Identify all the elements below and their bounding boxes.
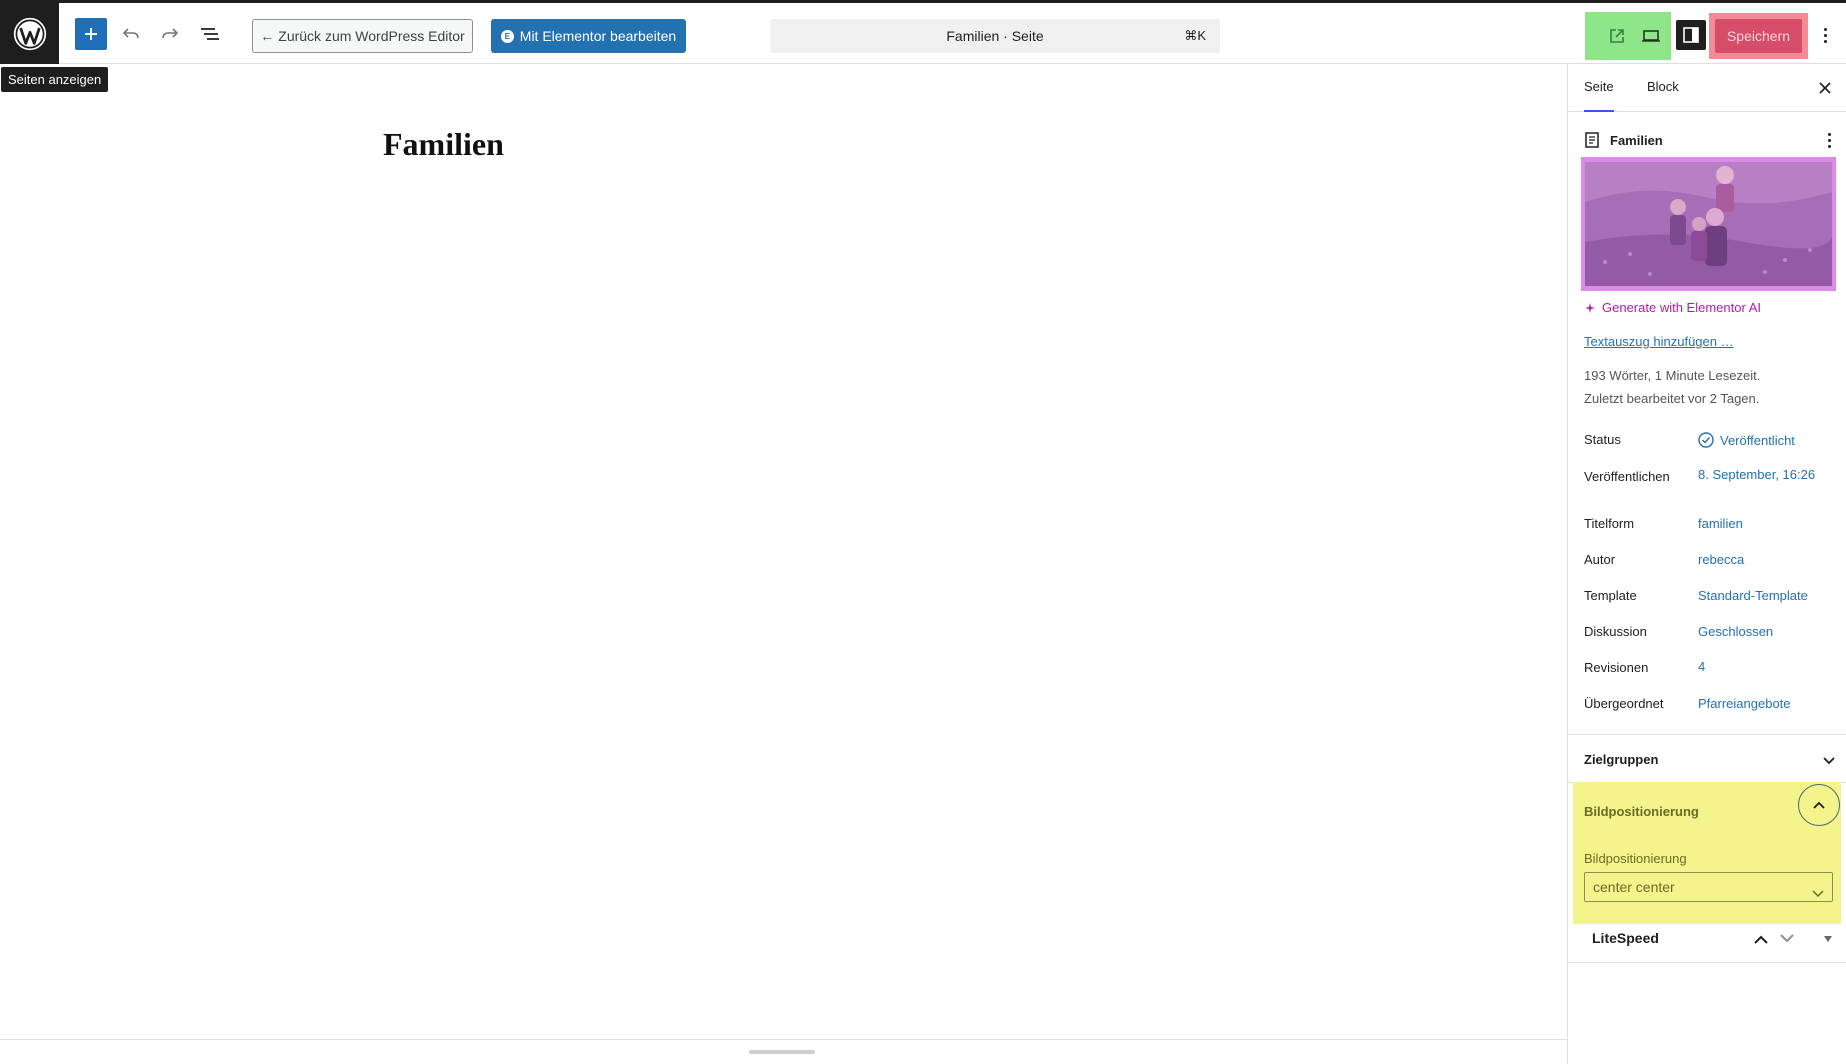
discussion-label: Diskussion: [1584, 624, 1647, 639]
add-block-button[interactable]: [75, 18, 107, 50]
more-vertical-icon: [1827, 132, 1831, 136]
collapse-panel-button[interactable]: [1798, 784, 1840, 826]
slug-value[interactable]: familien: [1698, 516, 1833, 531]
elementor-button-label: Mit Elementor bearbeiten: [519, 28, 677, 44]
template-value[interactable]: Standard-Template: [1698, 588, 1833, 603]
close-sidebar-button[interactable]: [1813, 76, 1837, 100]
toggle-panel-button[interactable]: [1823, 930, 1833, 948]
author-label: Autor: [1584, 552, 1616, 567]
caret-down-icon: [1824, 936, 1832, 942]
options-menu-button[interactable]: [1815, 20, 1835, 50]
editor-canvas[interactable]: Familien: [0, 64, 1567, 1064]
chevron-up-icon: [1813, 801, 1825, 809]
chevron-up-icon: [1754, 935, 1768, 944]
slug-label: Titelform: [1584, 516, 1635, 531]
resize-handle[interactable]: [749, 1050, 815, 1054]
chevron-down-icon[interactable]: [1820, 752, 1838, 770]
tab-seite[interactable]: Seite: [1584, 64, 1614, 112]
tooltip: Seiten anzeigen: [1, 67, 109, 92]
list-view-icon: [201, 28, 219, 40]
page-icon: [1585, 132, 1599, 148]
undo-button[interactable]: [115, 18, 147, 50]
save-highlight: Speichern: [1709, 13, 1808, 59]
arrow-left-icon: ←: [260, 28, 275, 44]
wordpress-logo-button[interactable]: [0, 3, 59, 64]
elementor-icon: E: [500, 29, 514, 43]
revisions-label: Revisionen: [1584, 660, 1649, 675]
wordpress-icon: [13, 17, 46, 50]
parent-value[interactable]: Pfarreiangebote: [1698, 696, 1833, 711]
document-summary: Familien: [1584, 130, 1834, 150]
bildpositionierung-field-label: Bildpositionierung: [1584, 851, 1687, 866]
sparkle-icon: [1585, 302, 1595, 313]
sidebar-tabs: Seite Block: [1568, 64, 1846, 112]
bildpositionierung-panel-toggle[interactable]: Bildpositionierung: [1584, 804, 1699, 819]
undo-icon: [122, 28, 139, 39]
back-to-wordpress-editor-button[interactable]: ← Zurück zum WordPress Editor: [252, 19, 473, 53]
canvas-divider: [0, 1039, 1567, 1040]
chevron-down-icon: [1812, 879, 1824, 907]
document-name: Familien: [1610, 132, 1663, 148]
bildpositionierung-panel: Bildpositionierung Bildpositionierung ce…: [1573, 782, 1841, 924]
template-label: Template: [1584, 588, 1637, 603]
bildpositionierung-select[interactable]: center center: [1584, 872, 1833, 902]
redo-icon: [162, 28, 179, 39]
litespeed-panel-title: LiteSpeed: [1592, 930, 1659, 946]
ai-link-label: Generate with Elementor AI: [1602, 300, 1761, 315]
discussion-value[interactable]: Geschlossen: [1698, 624, 1833, 639]
panel-divider: [1568, 962, 1846, 963]
settings-sidebar: Seite Block Familien Generate with Eleme…: [1567, 64, 1846, 1064]
document-overview-button[interactable]: [194, 18, 226, 50]
revisions-value[interactable]: 4: [1698, 659, 1833, 674]
sidebar-icon: [1683, 27, 1699, 43]
family-photo-image: [1585, 162, 1832, 286]
zielgruppen-panel-toggle[interactable]: Zielgruppen: [1584, 752, 1658, 767]
page-title[interactable]: Familien: [383, 126, 504, 163]
status-label: Status: [1584, 432, 1621, 447]
add-excerpt-link[interactable]: Textauszug hinzufügen …: [1584, 334, 1734, 349]
generate-with-ai-link[interactable]: Generate with Elementor AI: [1584, 300, 1761, 315]
chevron-down-icon: [1780, 934, 1794, 943]
last-edited: Zuletzt bearbeitet vor 2 Tagen.: [1584, 391, 1760, 406]
selected-value: center center: [1593, 879, 1675, 895]
tab-block[interactable]: Block: [1647, 64, 1679, 112]
save-button[interactable]: Speichern: [1715, 19, 1802, 53]
settings-sidebar-toggle[interactable]: [1676, 20, 1706, 50]
publish-date-value[interactable]: 8. September, 16:26: [1698, 467, 1833, 482]
edit-with-elementor-button[interactable]: E Mit Elementor bearbeiten: [491, 19, 686, 53]
command-shortcut: ⌘K: [1184, 28, 1206, 43]
plus-icon: [85, 28, 97, 40]
document-actions-button[interactable]: [1824, 131, 1834, 149]
publish-label: Veröffentlichen: [1584, 469, 1670, 484]
preview-device-button[interactable]: [1639, 24, 1663, 48]
move-up-button[interactable]: [1754, 930, 1768, 948]
external-link-icon: [1610, 29, 1624, 43]
panel-divider: [1568, 734, 1846, 735]
command-palette-bar[interactable]: Familien · Seite ⌘K: [770, 19, 1220, 53]
preview-highlight: [1585, 12, 1671, 60]
featured-image[interactable]: [1585, 162, 1832, 286]
desktop-icon: [1642, 30, 1660, 42]
close-icon: [1819, 82, 1831, 94]
view-page-button[interactable]: [1605, 24, 1629, 48]
featured-image-highlight: [1581, 157, 1836, 291]
document-title: Familien · Seite: [946, 28, 1044, 44]
more-vertical-icon: [1823, 27, 1827, 31]
redo-button[interactable]: [154, 18, 186, 50]
parent-label: Übergeordnet: [1584, 696, 1664, 711]
move-down-button[interactable]: [1780, 930, 1794, 948]
check-circle-icon: [1698, 432, 1714, 448]
back-button-label: Zurück zum WordPress Editor: [278, 28, 465, 44]
status-value[interactable]: Veröffentlicht: [1698, 432, 1833, 448]
author-value[interactable]: rebecca: [1698, 552, 1833, 567]
status-text: Veröffentlicht: [1720, 432, 1795, 448]
editor-header: ← Zurück zum WordPress Editor E Mit Elem…: [0, 0, 1846, 64]
word-count: 193 Wörter, 1 Minute Lesezeit.: [1584, 368, 1761, 383]
